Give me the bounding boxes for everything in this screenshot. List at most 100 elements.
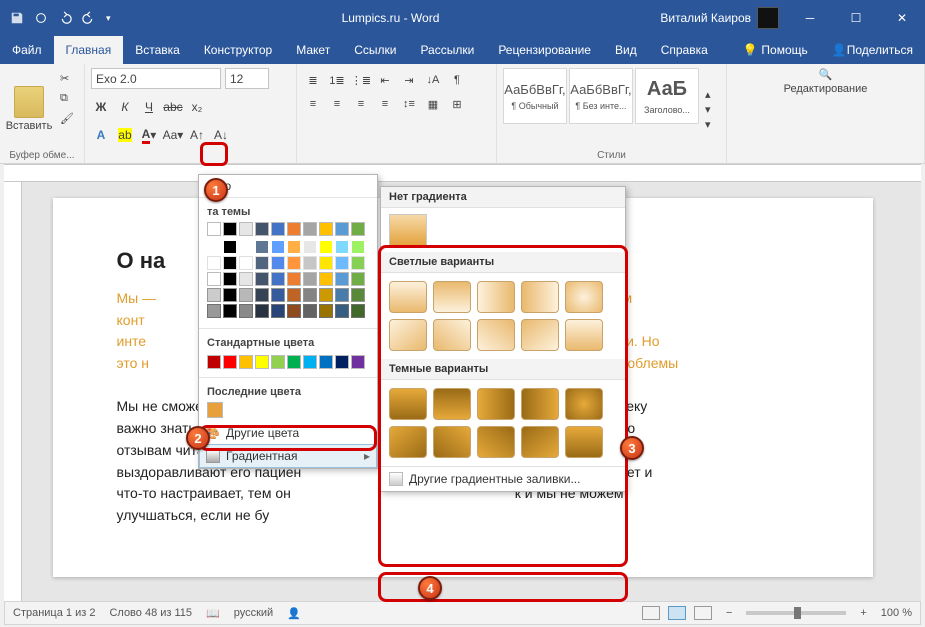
theme-tint-swatch[interactable] [271,304,285,318]
accessibility-icon[interactable]: 👤 [287,607,301,620]
strike-button[interactable]: abc [163,97,183,117]
dark-gradient-swatch[interactable] [389,426,427,458]
theme-swatch[interactable] [239,222,253,236]
dark-gradient-swatch[interactable] [521,426,559,458]
theme-tint-swatch[interactable] [207,288,221,302]
theme-swatch[interactable] [255,222,269,236]
theme-tint-swatch[interactable] [351,256,365,270]
light-gradient-swatch[interactable] [477,319,515,351]
standard-swatch[interactable] [255,355,269,369]
paste-button[interactable]: Вставить [6,68,52,150]
tab-review[interactable]: Рецензирование [486,36,603,64]
sort-button[interactable]: ↓A [423,70,443,90]
copy-button[interactable]: ⧉ [56,90,78,107]
theme-tint-swatch[interactable] [303,304,317,318]
theme-tint-swatch[interactable] [287,272,301,286]
dark-gradient-swatch[interactable] [433,388,471,420]
styles-up-button[interactable]: ▴ [705,88,711,101]
align-center-button[interactable]: ≡ [327,94,347,114]
standard-swatch[interactable] [319,355,333,369]
tell-me[interactable]: 💡 Помощь [730,36,819,64]
theme-tint-swatch[interactable] [335,304,349,318]
align-right-button[interactable]: ≡ [351,94,371,114]
theme-tint-swatch[interactable] [287,256,301,270]
theme-tint-swatch[interactable] [319,288,333,302]
qat-dropdown-icon[interactable]: ▾ [106,13,111,24]
light-gradient-swatch[interactable] [565,319,603,351]
show-marks-button[interactable]: ¶ [447,70,467,90]
theme-tint-swatch[interactable] [239,272,253,286]
horizontal-ruler[interactable] [4,164,921,182]
dark-gradient-swatch[interactable] [389,388,427,420]
tab-mailings[interactable]: Рассылки [408,36,486,64]
text-effects-button[interactable]: A [91,125,111,145]
bold-button[interactable]: Ж [91,97,111,117]
tab-view[interactable]: Вид [603,36,649,64]
borders-button[interactable]: ⊞ [447,94,467,114]
light-gradient-swatch[interactable] [521,319,559,351]
tab-references[interactable]: Ссылки [342,36,408,64]
underline-button[interactable]: Ч [139,97,159,117]
theme-tint-swatch[interactable] [239,240,253,254]
dark-gradient-swatch[interactable] [521,388,559,420]
highlight-button[interactable]: ab [115,125,135,145]
theme-tint-swatch[interactable] [287,304,301,318]
theme-tint-swatch[interactable] [319,272,333,286]
share-button[interactable]: 👤 Поделиться [820,36,925,64]
standard-swatch[interactable] [335,355,349,369]
spellcheck-icon[interactable]: 📖 [206,607,220,620]
theme-tint-swatch[interactable] [223,288,237,302]
theme-swatch[interactable] [303,222,317,236]
theme-tint-swatch[interactable] [223,240,237,254]
more-colors-item[interactable]: 🎨 Другие цвета [199,422,377,444]
theme-tint-swatch[interactable] [303,272,317,286]
theme-tint-swatch[interactable] [319,256,333,270]
theme-tint-swatch[interactable] [239,256,253,270]
dark-gradient-swatch[interactable] [477,426,515,458]
light-gradient-swatch[interactable] [433,281,471,313]
theme-tint-swatch[interactable] [207,256,221,270]
read-mode-button[interactable] [642,606,660,620]
theme-tint-swatch[interactable] [335,272,349,286]
zoom-out-button[interactable]: − [726,607,732,619]
font-name-combo[interactable]: Exo 2.0 [91,68,221,89]
font-color-button[interactable]: A▾ [139,125,159,145]
font-size-combo[interactable]: 12 [225,68,269,89]
theme-tint-swatch[interactable] [255,288,269,302]
theme-tint-swatch[interactable] [351,288,365,302]
touch-mode-icon[interactable] [34,11,48,25]
tab-layout[interactable]: Макет [284,36,342,64]
theme-tint-swatch[interactable] [335,288,349,302]
indent-increase-button[interactable]: ⇥ [399,70,419,90]
shading-button[interactable]: ▦ [423,94,443,114]
more-gradients-item[interactable]: Другие градиентные заливки... [381,466,625,491]
dark-gradient-swatch[interactable] [565,426,603,458]
theme-swatch[interactable] [271,222,285,236]
numbering-button[interactable]: 1≣ [327,70,347,90]
style-card-1[interactable]: АаБбВвГг,¶ Без инте... [569,68,633,124]
theme-swatch[interactable] [223,222,237,236]
status-words[interactable]: Слово 48 из 115 [109,607,192,619]
standard-swatch[interactable] [303,355,317,369]
theme-tint-swatch[interactable] [287,288,301,302]
maximize-button[interactable]: ☐ [833,0,879,36]
theme-swatch[interactable] [351,222,365,236]
theme-tint-swatch[interactable] [255,256,269,270]
theme-tint-swatch[interactable] [271,272,285,286]
theme-tint-swatch[interactable] [335,256,349,270]
theme-tint-swatch[interactable] [335,240,349,254]
theme-tint-swatch[interactable] [319,240,333,254]
print-layout-button[interactable] [668,606,686,620]
styles-expand-button[interactable]: ▾ [705,118,711,131]
theme-tint-swatch[interactable] [271,288,285,302]
theme-tint-swatch[interactable] [239,304,253,318]
theme-tint-swatch[interactable] [223,256,237,270]
style-card-2[interactable]: АаБЗаголово... [635,68,699,124]
align-left-button[interactable]: ≡ [303,94,323,114]
theme-tint-swatch[interactable] [223,272,237,286]
tab-home[interactable]: Главная [54,36,124,64]
theme-tint-swatch[interactable] [351,272,365,286]
gradient-item[interactable]: Градиентная▸ [199,444,377,468]
format-painter-button[interactable]: 🖌 [56,110,78,127]
recent-color-swatch[interactable] [207,402,223,418]
